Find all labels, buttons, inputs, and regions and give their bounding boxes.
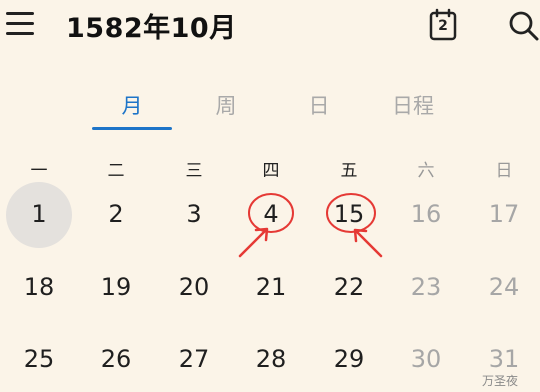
tab-agenda[interactable]: 日程 bbox=[368, 90, 458, 120]
day-cell[interactable]: 17 bbox=[465, 188, 540, 240]
day-number: 21 bbox=[255, 273, 287, 301]
day-number: 25 bbox=[23, 345, 55, 373]
tab-week[interactable]: 周 bbox=[181, 90, 271, 120]
day-number: 1 bbox=[31, 200, 47, 228]
day-number: 27 bbox=[178, 345, 210, 373]
day-cell[interactable]: 1 bbox=[0, 182, 78, 248]
day-cell[interactable]: 3 bbox=[155, 188, 233, 240]
search-icon[interactable] bbox=[506, 8, 540, 42]
weekday-sat: 六 bbox=[417, 161, 435, 181]
weekday-header-row: 一 二 三 四 五 六 日 bbox=[0, 156, 540, 181]
day-cell[interactable]: 20 bbox=[155, 261, 233, 313]
day-number: 24 bbox=[488, 273, 520, 301]
day-cell[interactable]: 26 bbox=[77, 333, 155, 385]
watermark-text: 万圣夜 bbox=[482, 374, 519, 388]
day-number: 16 bbox=[410, 200, 442, 228]
weekday-fri: 五 bbox=[340, 161, 358, 181]
tab-day[interactable]: 日 bbox=[274, 90, 364, 120]
weekday-mon: 一 bbox=[30, 161, 48, 181]
day-cell[interactable]: 4 bbox=[232, 188, 310, 240]
day-cell[interactable]: 28 bbox=[232, 333, 310, 385]
day-cell[interactable]: 19 bbox=[77, 261, 155, 313]
day-number: 4 bbox=[263, 200, 279, 228]
day-cell[interactable]: 23 bbox=[387, 261, 465, 313]
page-title: 1582年10月 bbox=[66, 13, 237, 44]
day-number: 20 bbox=[178, 273, 210, 301]
weekday-sun: 日 bbox=[495, 161, 513, 181]
day-cell[interactable]: 27 bbox=[155, 333, 233, 385]
calendar-today-icon[interactable]: 2 bbox=[428, 8, 462, 42]
active-tab-indicator bbox=[92, 127, 172, 130]
day-number: 26 bbox=[100, 345, 132, 373]
day-cell[interactable]: 30 bbox=[387, 333, 465, 385]
weekday-wed: 三 bbox=[185, 161, 203, 181]
today-date-number: 2 bbox=[438, 18, 448, 34]
day-cell[interactable]: 21 bbox=[232, 261, 310, 313]
day-number: 30 bbox=[410, 345, 442, 373]
view-tabs: 月 周 日 日程 bbox=[0, 84, 540, 132]
day-number: 15 bbox=[333, 200, 365, 228]
day-cell[interactable]: 2 bbox=[77, 188, 155, 240]
day-cell[interactable]: 16 bbox=[387, 188, 465, 240]
day-number: 29 bbox=[333, 345, 365, 373]
day-cell[interactable]: 15 bbox=[310, 188, 388, 240]
day-number: 31 bbox=[488, 345, 520, 373]
day-number: 18 bbox=[23, 273, 55, 301]
day-number: 22 bbox=[333, 273, 365, 301]
month-grid: 1 2 3 4 15 16 17 18 19 20 21 22 23 24 25… bbox=[0, 182, 540, 392]
weekday-thu: 四 bbox=[262, 161, 280, 181]
day-cell[interactable]: 29 bbox=[310, 333, 388, 385]
tab-month[interactable]: 月 bbox=[87, 90, 177, 120]
day-number: 19 bbox=[100, 273, 132, 301]
day-number: 28 bbox=[255, 345, 287, 373]
day-cell[interactable]: 24 bbox=[465, 261, 540, 313]
top-bar: 1582年10月 2 bbox=[0, 0, 540, 56]
day-number: 2 bbox=[108, 200, 124, 228]
day-cell[interactable]: 25 bbox=[0, 333, 78, 385]
day-cell[interactable]: 22 bbox=[310, 261, 388, 313]
day-number: 23 bbox=[410, 273, 442, 301]
weekday-tue: 二 bbox=[107, 161, 125, 181]
day-number: 17 bbox=[488, 200, 520, 228]
menu-icon[interactable] bbox=[6, 12, 36, 36]
day-cell[interactable]: 18 bbox=[0, 261, 78, 313]
day-number: 3 bbox=[186, 200, 202, 228]
